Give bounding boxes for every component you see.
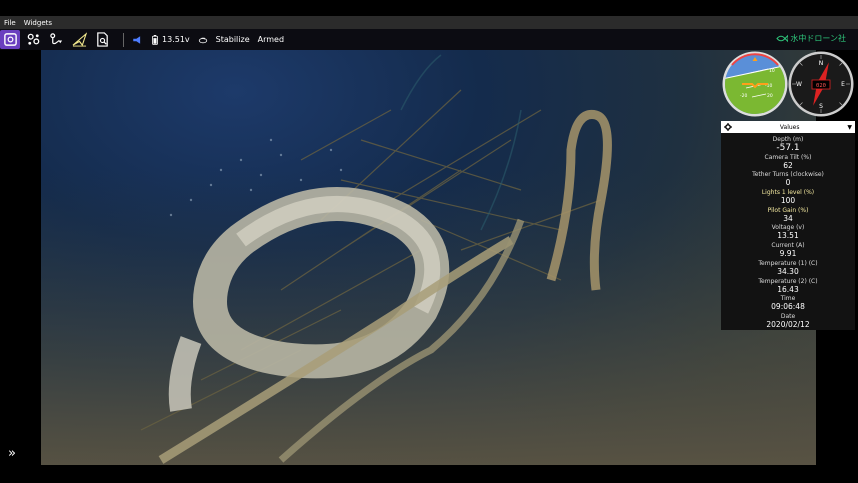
attitude-scale-4: -20 (740, 93, 747, 99)
value-number: 0 (785, 178, 791, 188)
view-button[interactable] (0, 30, 20, 49)
attitude-scale-1: 10 (769, 68, 775, 74)
plan-button[interactable] (69, 30, 89, 49)
values-panel-header[interactable]: Values ▼ (721, 121, 855, 133)
value-number: 16.43 (777, 284, 799, 294)
compass-n: N (819, 60, 824, 67)
value-number: 09:06:48 (771, 302, 805, 312)
flight-mode[interactable]: Stabilize (216, 35, 250, 44)
value-number: 34.30 (777, 266, 799, 276)
toolbar-divider (123, 32, 124, 47)
value-number: 62 (783, 160, 793, 170)
vehicle-indicator (198, 35, 208, 45)
value-current: Current (A) 9.91 (721, 242, 855, 260)
map-route-icon (49, 33, 62, 45)
gamepad-icon (27, 33, 39, 45)
compass: N E S W 020 (788, 51, 854, 117)
value-temperature-1: Temperature (1) (C) 34.30 (721, 260, 855, 278)
map-route-button[interactable] (46, 30, 66, 49)
value-time: Time 09:06:48 (721, 295, 855, 313)
attitude-indicator: 10 -10 20 -20 (722, 51, 788, 117)
brand-logo: 水中ドローン社 (776, 33, 846, 44)
value-number: 9.91 (779, 249, 797, 259)
attitude-scale-3: 20 (767, 93, 773, 99)
value-tether-turns: Tether Turns (clockwise) 0 (721, 171, 855, 189)
fish-logo-icon (776, 34, 789, 43)
value-date: Date 2020/02/12 (721, 313, 855, 331)
value-temperature-2: Temperature (2) (C) 16.43 (721, 278, 855, 296)
menu-file[interactable]: File (4, 19, 16, 27)
value-number: 34 (783, 213, 793, 223)
expand-drawer-button[interactable]: » (8, 446, 16, 461)
menu-widgets[interactable]: Widgets (24, 19, 52, 27)
value-number: -57.1 (776, 143, 800, 153)
battery-indicator: 13.51v (150, 34, 190, 45)
document-search-icon (96, 32, 108, 47)
brand-text: 水中ドローン社 (790, 34, 846, 43)
value-pilot-gain: Pilot Gain (%) 34 (721, 207, 855, 225)
compass-heading: 020 (816, 83, 826, 89)
value-number: 2020/02/12 (766, 319, 810, 329)
gear-icon[interactable] (724, 123, 732, 131)
compass-w: W (796, 81, 802, 88)
megaphone-icon (133, 35, 141, 44)
paper-plane-icon (72, 32, 87, 47)
compass-s: S (819, 103, 823, 110)
value-number: 100 (780, 196, 796, 206)
values-panel: Values ▼ Depth (m) -57.1 Camera Tilt (%)… (721, 121, 855, 330)
menu-bar: File Widgets (0, 16, 858, 29)
values-panel-title: Values (779, 123, 800, 131)
gamepad-button[interactable] (23, 30, 43, 49)
chevron-down-icon[interactable]: ▼ (847, 124, 852, 131)
video-feed[interactable] (41, 50, 816, 465)
messages-indicator[interactable] (132, 35, 142, 45)
compass-e: E (841, 81, 845, 88)
voltage-text: 13.51v (162, 35, 190, 44)
underwater-scene (41, 54, 816, 465)
view-icon (3, 33, 17, 46)
value-number: 13.51 (777, 231, 799, 241)
battery-icon (152, 34, 158, 45)
toolbar: 13.51v Stabilize Armed 水中ドローン社 (0, 29, 858, 50)
value-lights-level: Lights 1 level (%) 100 (721, 189, 855, 207)
vehicle-icon (198, 37, 207, 43)
value-voltage: Voltage (v) 13.51 (721, 224, 855, 242)
value-depth: Depth (m) -57.1 (721, 136, 855, 154)
log-viewer-button[interactable] (92, 30, 112, 49)
arm-status[interactable]: Armed (258, 35, 284, 44)
chevrons-right-icon: » (8, 446, 16, 461)
value-camera-tilt: Camera Tilt (%) 62 (721, 154, 855, 172)
